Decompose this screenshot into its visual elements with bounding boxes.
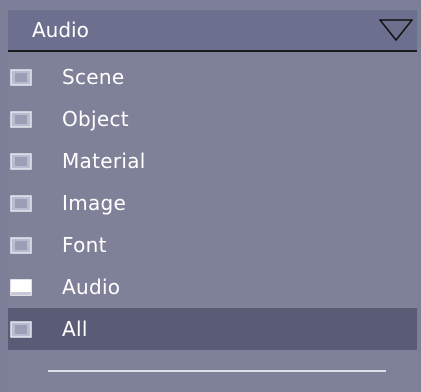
menu-item-font[interactable]: Font xyxy=(8,224,417,266)
dropdown-menu: Scene Object Material Image Font Audio A… xyxy=(8,52,417,392)
file-type-icon xyxy=(10,195,32,212)
menu-item-object[interactable]: Object xyxy=(8,98,417,140)
file-type-icon xyxy=(10,111,32,128)
dropdown-header[interactable]: Audio xyxy=(8,10,417,50)
menu-item-label: All xyxy=(62,317,88,341)
menu-item-label: Object xyxy=(62,107,129,131)
menu-item-label: Scene xyxy=(62,65,125,89)
file-type-icon xyxy=(10,321,32,338)
menu-item-image[interactable]: Image xyxy=(8,182,417,224)
menu-item-scene[interactable]: Scene xyxy=(8,56,417,98)
menu-item-label: Image xyxy=(62,191,127,215)
menu-item-label: Font xyxy=(62,233,107,257)
menu-item-label: Audio xyxy=(62,275,121,299)
dropdown-selected-label: Audio xyxy=(32,18,89,42)
chevron-down-icon[interactable] xyxy=(379,18,413,42)
menu-item-material[interactable]: Material xyxy=(8,140,417,182)
menu-item-label: Material xyxy=(62,149,146,173)
file-type-icon xyxy=(10,69,32,86)
menu-item-audio[interactable]: Audio xyxy=(8,266,417,308)
file-type-icon xyxy=(10,153,32,170)
file-type-dropdown-window: Audio Scene Object Material Image Font A… xyxy=(0,0,421,392)
file-type-icon xyxy=(10,237,32,254)
menu-separator xyxy=(48,370,386,372)
file-type-icon-checked xyxy=(10,279,32,296)
menu-item-all[interactable]: All xyxy=(8,308,417,350)
